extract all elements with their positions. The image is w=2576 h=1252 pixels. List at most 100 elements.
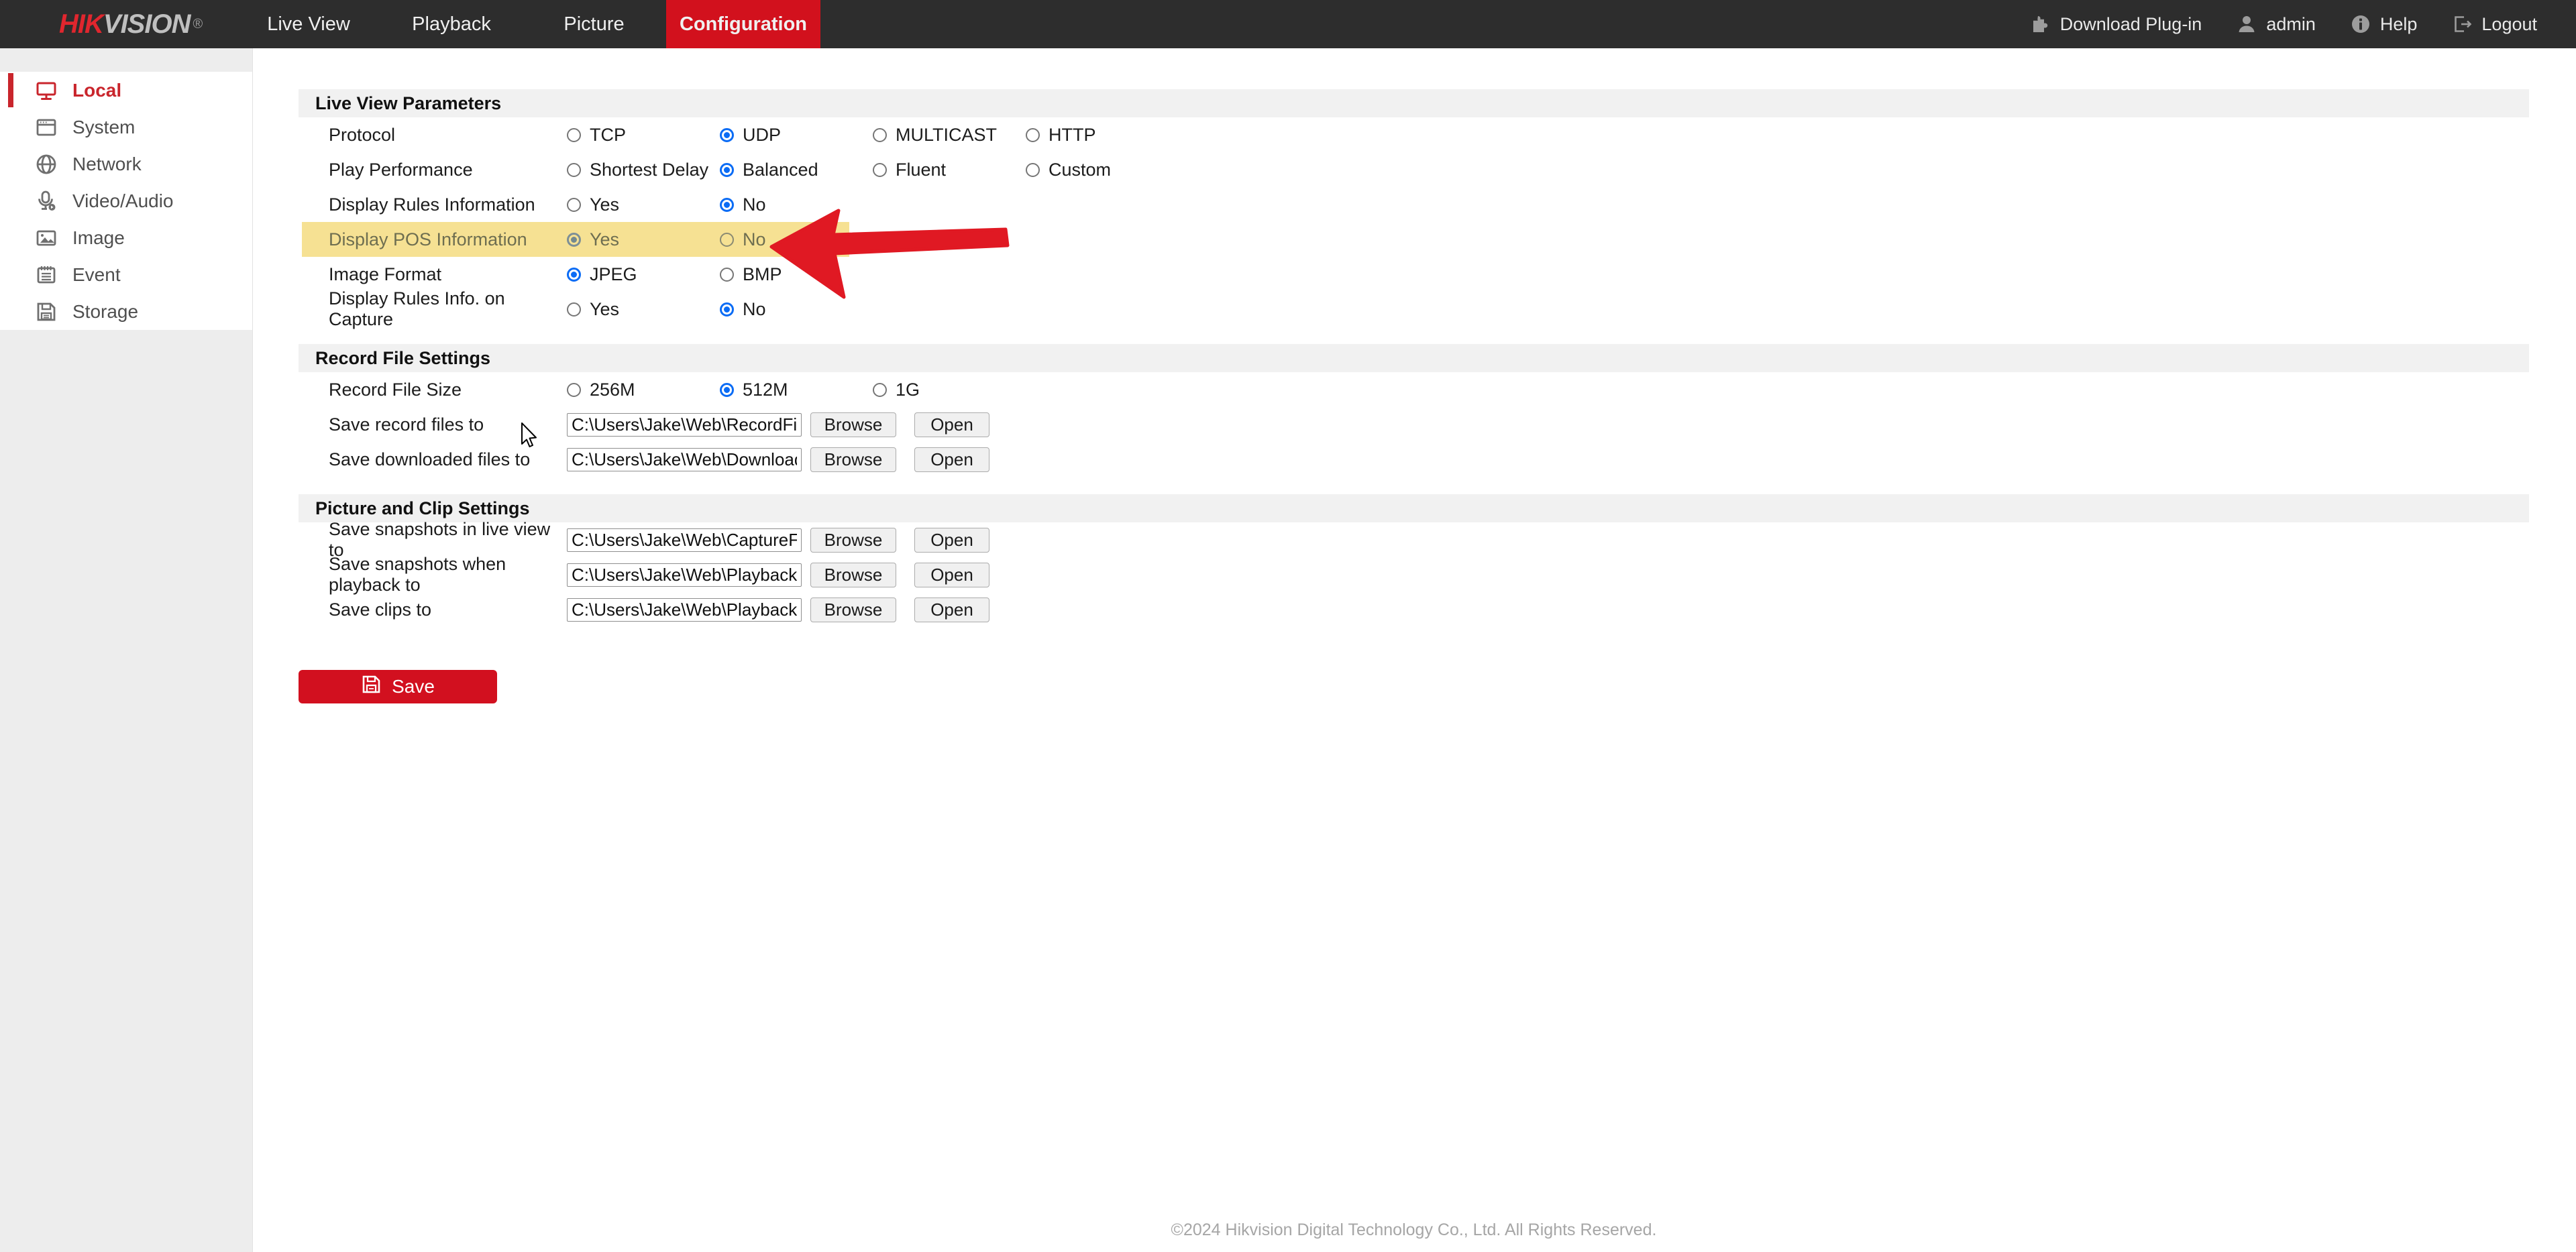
radio-option-jpeg[interactable]: JPEG (567, 264, 720, 285)
sidebar-item-label: System (72, 117, 135, 138)
browse-button[interactable]: Browse (810, 563, 896, 587)
radio-option-udp[interactable]: UDP (720, 125, 873, 146)
save-button[interactable]: Save (299, 670, 497, 703)
sidebar-item-video-audio[interactable]: Video/Audio (0, 182, 252, 219)
system-window-icon (35, 116, 58, 139)
help-button[interactable]: Help (2351, 14, 2418, 35)
main-panel: Live View Parameters Protocol TCP UDP MU… (254, 48, 2576, 1252)
record-files-path-input[interactable] (567, 413, 802, 437)
sidebar-item-storage[interactable]: Storage (0, 293, 252, 330)
browse-button[interactable]: Browse (810, 447, 896, 472)
hikvision-logo: HIKVISION® (59, 0, 202, 48)
download-plugin-button[interactable]: Download Plug-in (2029, 13, 2202, 35)
section-title: Picture and Clip Settings (315, 498, 530, 519)
row-save-downloaded-files: Save downloaded files to Browse Open (299, 442, 2529, 477)
sidebar-item-label: Local (72, 80, 121, 101)
radio-label: Custom (1049, 160, 1111, 180)
row-record-file-size: Record File Size 256M 512M 1G (299, 372, 2529, 407)
row-label: Record File Size (329, 380, 567, 400)
row-label: Display Rules Information (329, 194, 567, 215)
radio-option-multicast[interactable]: MULTICAST (873, 125, 1026, 146)
radio-option-no[interactable]: No (720, 299, 873, 320)
clips-path-input[interactable] (567, 598, 802, 622)
row-display-pos-information-highlighted: Display POS Information Yes No (299, 222, 2529, 257)
row-label: Save snapshots when playback to (329, 554, 567, 595)
sidebar-item-system[interactable]: System (0, 109, 252, 146)
tab-picture[interactable]: Picture (549, 0, 639, 48)
section-header-live-view-parameters: Live View Parameters (299, 89, 2529, 117)
row-label: Play Performance (329, 160, 567, 180)
browse-button[interactable]: Browse (810, 597, 896, 622)
row-label: Save clips to (329, 600, 567, 620)
browse-button[interactable]: Browse (810, 412, 896, 437)
sidebar-item-label: Event (72, 264, 121, 286)
radio-option-no[interactable]: No (720, 194, 873, 215)
radio-option-512m[interactable]: 512M (720, 380, 873, 400)
radio-option-yes[interactable]: Yes (567, 194, 720, 215)
radio-option-bmp[interactable]: BMP (720, 264, 873, 285)
open-button[interactable]: Open (914, 597, 989, 622)
open-button[interactable]: Open (914, 563, 989, 587)
radio-option-yes[interactable]: Yes (567, 299, 720, 320)
radio-label: No (743, 229, 766, 250)
radio-icon (567, 163, 581, 177)
radio-icon (567, 198, 581, 212)
radio-label: HTTP (1049, 125, 1096, 146)
tab-configuration[interactable]: Configuration (666, 0, 820, 48)
downloaded-files-path-input[interactable] (567, 448, 802, 471)
radio-option-fluent[interactable]: Fluent (873, 160, 1026, 180)
radio-icon (720, 233, 734, 247)
radio-icon (873, 163, 887, 177)
row-label: Protocol (329, 125, 567, 146)
calendar-icon (35, 264, 58, 286)
row-play-performance: Play Performance Shortest Delay Balanced… (299, 152, 2529, 187)
topbar-utility-menu: Download Plug-in admin Help Logout (2029, 0, 2537, 48)
open-button[interactable]: Open (914, 447, 989, 472)
radio-option-custom[interactable]: Custom (1026, 160, 1179, 180)
sidebar-item-image[interactable]: Image (0, 219, 252, 256)
sidebar-item-network[interactable]: Network (0, 146, 252, 182)
radio-option-http[interactable]: HTTP (1026, 125, 1179, 146)
radio-icon (720, 198, 734, 212)
radio-option-balanced[interactable]: Balanced (720, 160, 873, 180)
tab-playback[interactable]: Playback (401, 0, 502, 48)
globe-icon (35, 153, 58, 176)
radio-option-1g[interactable]: 1G (873, 380, 1026, 400)
sidebar-item-label: Storage (72, 301, 138, 323)
sidebar-item-event[interactable]: Event (0, 256, 252, 293)
radio-icon (720, 302, 734, 317)
radio-icon (873, 128, 887, 142)
open-button[interactable]: Open (914, 528, 989, 553)
admin-user-button[interactable]: admin (2237, 14, 2316, 35)
radio-icon (567, 268, 581, 282)
sidebar-item-label: Video/Audio (72, 190, 174, 212)
sidebar-item-local[interactable]: Local (0, 72, 252, 109)
radio-icon (567, 233, 581, 247)
plugin-icon (2029, 13, 2051, 35)
section-header-record-file-settings: Record File Settings (299, 344, 2529, 372)
radio-option-tcp[interactable]: TCP (567, 125, 720, 146)
monitor-icon (35, 79, 58, 102)
tab-live-view[interactable]: Live View (255, 0, 362, 48)
radio-label: Fluent (896, 160, 946, 180)
info-icon (2351, 14, 2371, 34)
sidebar-item-label: Image (72, 227, 125, 249)
radio-label: JPEG (590, 264, 637, 285)
radio-option-shortest-delay[interactable]: Shortest Delay (567, 160, 720, 180)
browse-button[interactable]: Browse (810, 528, 896, 553)
logo-hik: HIK (59, 9, 103, 40)
row-label: Display Rules Info. on Capture (329, 288, 567, 330)
download-plugin-label: Download Plug-in (2060, 14, 2202, 35)
radio-label: Balanced (743, 160, 818, 180)
radio-icon (567, 302, 581, 317)
row-label: Display POS Information (329, 229, 567, 250)
top-navigation-bar: HIKVISION® Live View Playback Picture Co… (0, 0, 2576, 48)
open-button[interactable]: Open (914, 412, 989, 437)
radio-option-256m[interactable]: 256M (567, 380, 720, 400)
user-icon (2237, 14, 2257, 34)
radio-icon (567, 383, 581, 397)
snapshots-liveview-path-input[interactable] (567, 528, 802, 552)
row-label: Save downloaded files to (329, 449, 567, 470)
logout-button[interactable]: Logout (2452, 14, 2537, 35)
snapshots-playback-path-input[interactable] (567, 563, 802, 587)
